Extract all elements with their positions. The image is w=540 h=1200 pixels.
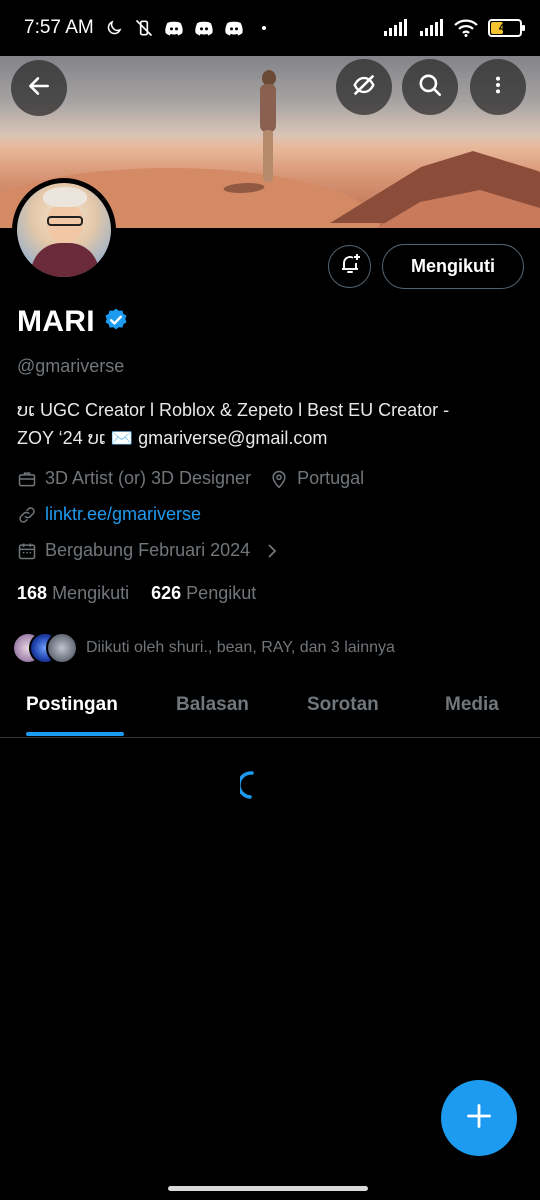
banner-figure <box>258 70 278 185</box>
tab-posts[interactable]: Postingan <box>26 694 118 716</box>
location-pin-icon <box>269 469 289 489</box>
notification-button[interactable] <box>328 245 371 288</box>
profile-joined: Bergabung Februari 2024 <box>45 540 251 560</box>
tab-highlights[interactable]: Sorotan <box>307 694 379 716</box>
following-count: 168 <box>17 583 48 603</box>
moon-icon <box>104 18 124 38</box>
wifi-icon <box>454 18 478 38</box>
plus-icon <box>465 1102 493 1135</box>
discord-icon <box>194 18 214 38</box>
profile-name: MARI <box>17 305 95 338</box>
profile-location: Portugal <box>297 468 365 488</box>
signal-icon <box>382 18 408 38</box>
followed-by[interactable]: Diikuti oleh shuri., bean, RAY, dan 3 la… <box>12 632 395 664</box>
signal-icon <box>418 18 444 38</box>
tab-active-indicator <box>26 732 124 736</box>
followers-count: 626 <box>151 583 182 603</box>
followers-stat[interactable]: 626 Pengikut <box>151 583 256 604</box>
profile-name-row: MARI <box>17 305 129 339</box>
calendar-icon <box>17 541 37 561</box>
profile-handle: @gmariverse <box>17 356 125 376</box>
back-button[interactable] <box>11 60 67 116</box>
avatar <box>46 632 78 664</box>
discord-icon <box>224 18 244 38</box>
compose-button[interactable] <box>441 1080 517 1156</box>
followed-by-avatars <box>12 632 78 664</box>
hide-button[interactable] <box>336 59 392 115</box>
bell-plus-icon <box>338 252 362 281</box>
bio-line: ZOY ‘24 ບເ ✉️ gmariverse@gmail.com <box>17 428 328 448</box>
link-icon <box>17 505 37 525</box>
status-time: 7:57 AM <box>24 17 94 38</box>
profile-meta-joined[interactable]: Bergabung Februari 2024 <box>17 540 282 561</box>
profile-stats: 168 Mengikuti 626 Pengikut <box>17 583 256 604</box>
battery-level: 41 <box>498 22 512 34</box>
verified-badge-icon[interactable] <box>103 307 129 338</box>
chevron-right-icon <box>262 541 282 561</box>
status-bar: 7:57 AM 41 <box>0 0 540 56</box>
home-indicator[interactable] <box>168 1186 368 1191</box>
followed-by-text: Diikuti oleh shuri., bean, RAY, dan 3 la… <box>86 639 395 656</box>
followers-label: Pengikut <box>186 583 257 603</box>
following-button[interactable]: Mengikuti <box>382 244 524 289</box>
following-label: Mengikuti <box>52 583 130 603</box>
eye-slash-icon <box>350 71 378 104</box>
profile-link[interactable]: linktr.ee/gmariverse <box>45 504 201 525</box>
discord-icon <box>164 18 184 38</box>
vibrate-off-icon <box>134 18 154 38</box>
more-button[interactable] <box>470 59 526 115</box>
arrow-left-icon <box>26 73 52 104</box>
search-icon <box>417 72 443 103</box>
avatar[interactable] <box>12 178 116 282</box>
profile-meta-category-location: 3D Artist (or) 3D Designer Portugal <box>17 468 364 489</box>
profile-tabs: Postingan Balasan Sorotan Media <box>0 676 540 738</box>
profile-bio: ບເ UGC Creator l Roblox & Zepeto l Best … <box>17 396 527 452</box>
profile-meta-link: linktr.ee/gmariverse <box>17 504 201 525</box>
more-vertical-icon <box>487 72 509 103</box>
bio-line: ບເ UGC Creator l Roblox & Zepeto l Best … <box>17 400 450 420</box>
tab-replies[interactable]: Balasan <box>176 694 249 716</box>
tab-media[interactable]: Media <box>445 694 499 716</box>
dot-icon <box>254 18 274 38</box>
following-stat[interactable]: 168 Mengikuti <box>17 583 129 604</box>
battery-indicator: 41 <box>488 19 525 37</box>
loading-spinner <box>237 770 270 800</box>
profile-category: 3D Artist (or) 3D Designer <box>45 468 252 488</box>
search-button[interactable] <box>402 59 458 115</box>
briefcase-icon <box>17 469 37 489</box>
